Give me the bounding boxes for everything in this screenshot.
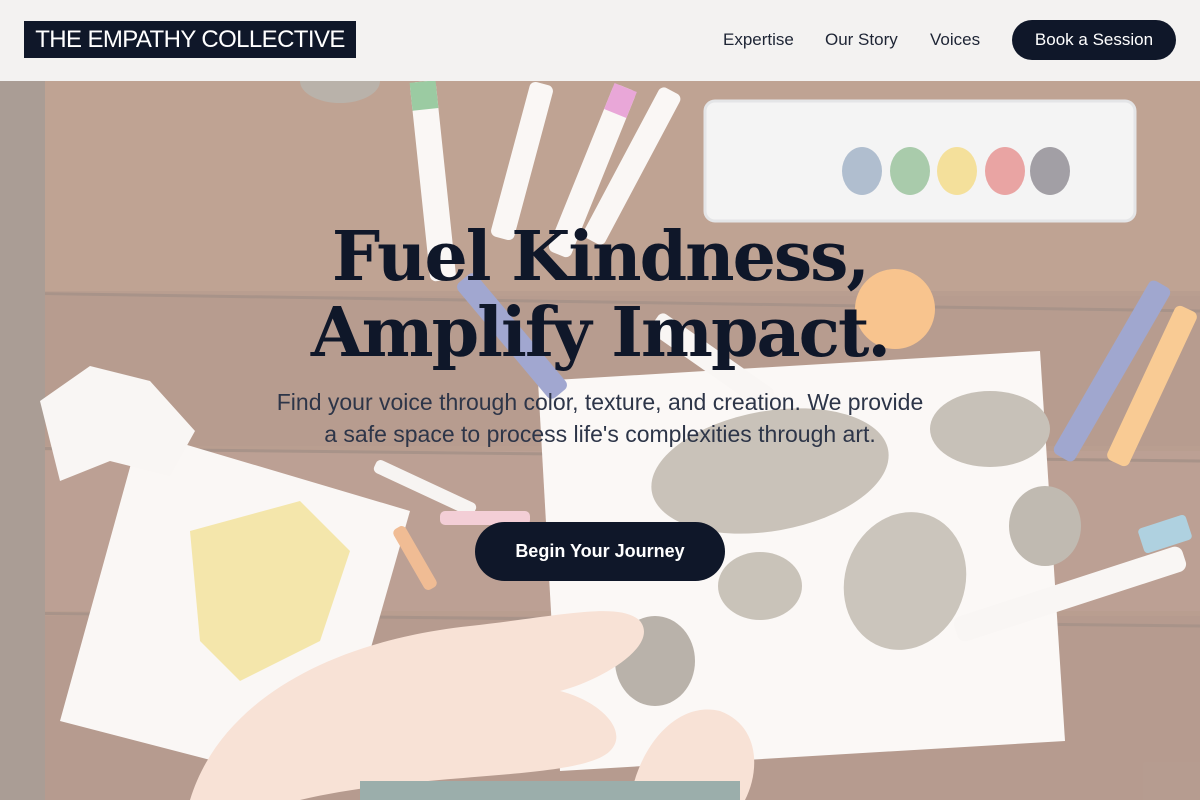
book-session-button[interactable]: Book a Session — [1012, 20, 1176, 60]
hero-headline: Fuel Kindness, Amplify Impact. — [200, 219, 1000, 371]
hero-headline-line1: Fuel Kindness, — [331, 217, 870, 297]
landing-page: THE EMPATHY COLLECTIVE Expertise Our Sto… — [0, 0, 1200, 800]
hero-headline-line2: Amplify Impact. — [310, 293, 891, 373]
nav-link-our-story[interactable]: Our Story — [825, 29, 898, 51]
site-header: THE EMPATHY COLLECTIVE Expertise Our Sto… — [0, 0, 1200, 81]
nav-link-voices[interactable]: Voices — [930, 29, 980, 51]
hero-subtitle: Find your voice through color, texture, … — [276, 389, 924, 447]
nav-link-expertise[interactable]: Expertise — [723, 29, 794, 51]
brand-logo[interactable]: THE EMPATHY COLLECTIVE — [24, 21, 356, 58]
begin-journey-button[interactable]: Begin Your Journey — [475, 522, 725, 581]
